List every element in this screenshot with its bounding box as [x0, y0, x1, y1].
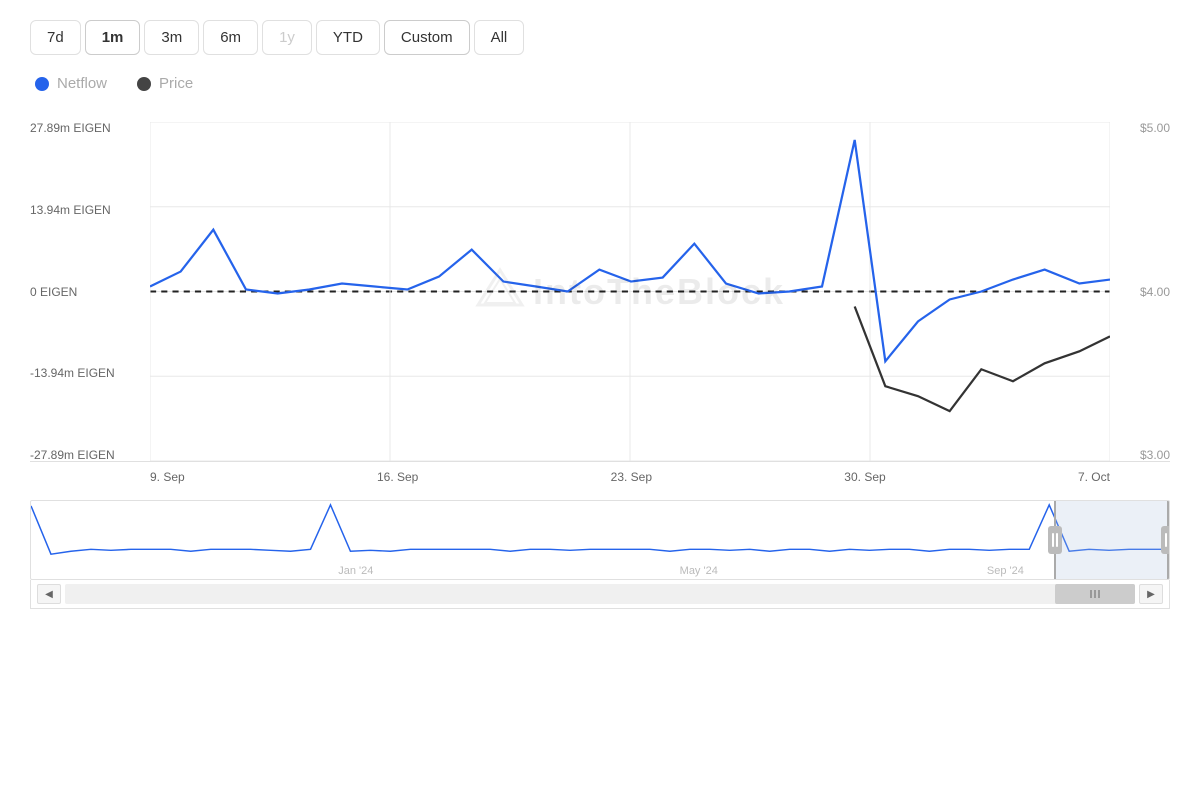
btn-6m[interactable]: 6m [203, 20, 258, 55]
overview-label-may: May '24 [680, 565, 718, 577]
x-label-4: 7. Oct [1078, 470, 1110, 484]
legend-price: Price [137, 75, 193, 92]
range-selector[interactable] [1054, 501, 1169, 579]
main-chart: 27.89m EIGEN 13.94m EIGEN 0 EIGEN -13.94… [30, 122, 1170, 462]
btn-7d[interactable]: 7d [30, 20, 81, 55]
btn-3m[interactable]: 3m [144, 20, 199, 55]
x-label-1: 16. Sep [377, 470, 418, 484]
y-label-bottom: -27.89m EIGEN [30, 449, 150, 461]
scroll-left-arrow[interactable]: ◀ [37, 584, 61, 604]
price-label: Price [159, 75, 193, 92]
line-chart-svg [150, 122, 1110, 461]
x-label-2: 23. Sep [611, 470, 652, 484]
handle-line-3 [1165, 533, 1167, 547]
x-label-0: 9. Sep [150, 470, 185, 484]
handle-lines-right [1165, 533, 1170, 547]
btn-1m[interactable]: 1m [85, 20, 141, 55]
btn-custom[interactable]: Custom [384, 20, 470, 55]
chart-area: 27.89m EIGEN 13.94m EIGEN 0 EIGEN -13.94… [30, 122, 1170, 609]
scroll-track [65, 584, 1135, 604]
scroll-bar: ◀ ▶ [30, 580, 1170, 609]
y-label-upper: 13.94m EIGEN [30, 204, 150, 216]
chart-legend: Netflow Price [30, 75, 1170, 92]
price-dot [137, 77, 151, 91]
btn-ytd[interactable]: YTD [316, 20, 380, 55]
scroll-right-arrow[interactable]: ▶ [1139, 584, 1163, 604]
chart-svg-area: IntoTheBlock [150, 122, 1110, 461]
range-handle-left[interactable] [1048, 526, 1062, 554]
netflow-label: Netflow [57, 75, 107, 92]
overview-svg-wrapper [31, 501, 1169, 559]
y-axis-right: $5.00 $4.00 $3.00 [1110, 122, 1170, 461]
legend-netflow: Netflow [35, 75, 107, 92]
handle-lines-left [1052, 533, 1058, 547]
x-axis: 9. Sep 16. Sep 23. Sep 30. Sep 7. Oct [150, 462, 1110, 484]
y-label-zero: 0 EIGEN [30, 286, 150, 298]
y-right-top: $5.00 [1140, 122, 1170, 134]
y-right-bottom: $3.00 [1140, 449, 1170, 461]
overview-svg [31, 501, 1169, 559]
scroll-thumb-icon [1087, 586, 1103, 602]
handle-line-4 [1169, 533, 1170, 547]
handle-line-1 [1052, 533, 1054, 547]
range-handle-right[interactable] [1161, 526, 1170, 554]
y-label-top: 27.89m EIGEN [30, 122, 150, 134]
overview-chart: Jan '24 May '24 Sep '24 [30, 500, 1170, 580]
overview-label-jan: Jan '24 [338, 565, 373, 577]
time-range-selector: 7d 1m 3m 6m 1y YTD Custom All [30, 20, 1170, 55]
overview-label-sep: Sep '24 [987, 565, 1024, 577]
y-axis-left: 27.89m EIGEN 13.94m EIGEN 0 EIGEN -13.94… [30, 122, 150, 461]
handle-line-2 [1056, 533, 1058, 547]
y-label-lower: -13.94m EIGEN [30, 367, 150, 379]
x-label-3: 30. Sep [844, 470, 885, 484]
btn-all[interactable]: All [474, 20, 525, 55]
y-right-mid: $4.00 [1140, 286, 1170, 298]
netflow-dot [35, 77, 49, 91]
btn-1y[interactable]: 1y [262, 20, 312, 55]
scroll-thumb[interactable] [1055, 584, 1135, 604]
